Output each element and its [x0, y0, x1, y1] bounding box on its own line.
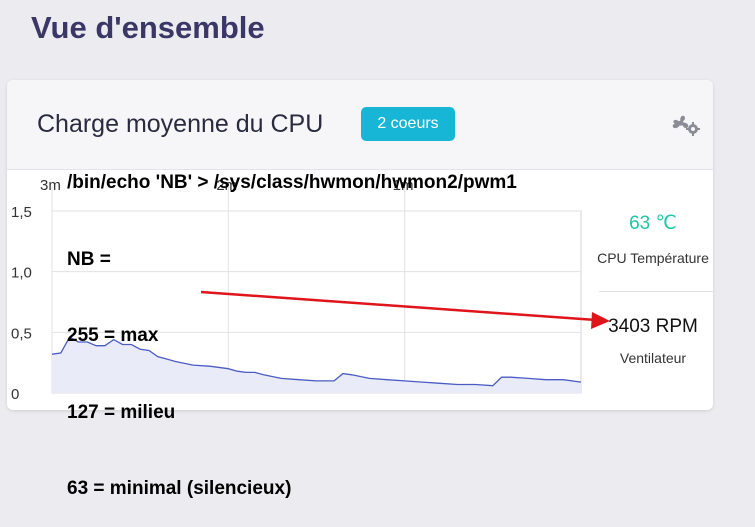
arrow-line — [200, 290, 597, 322]
annotation-arrow — [200, 290, 610, 329]
arrow-head — [591, 312, 610, 329]
annotation-line: 63 = minimal (silencieux) — [67, 478, 292, 499]
